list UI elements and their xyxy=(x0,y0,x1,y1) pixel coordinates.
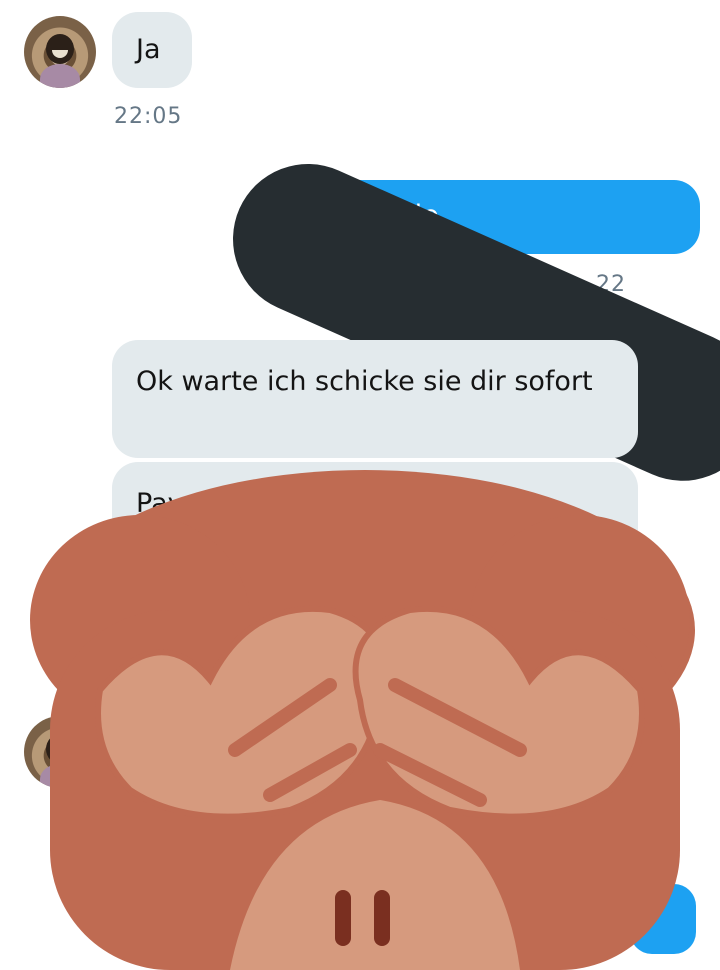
monkey-nostril xyxy=(335,890,351,946)
message-text: Ja xyxy=(136,34,161,65)
contact-avatar[interactable] xyxy=(24,16,96,88)
message-bubble-incoming[interactable]: Ja xyxy=(112,12,192,88)
avatar-body xyxy=(40,64,80,88)
message-bubble-incoming[interactable]: Ok warte ich schicke sie dir sofort xyxy=(112,340,638,458)
avatar-face xyxy=(46,34,74,64)
see-no-evil-monkey-icon xyxy=(30,470,695,970)
message-text: Ok warte ich schicke sie dir sofort xyxy=(136,366,593,397)
message-timestamp: 22:05 xyxy=(114,104,183,129)
monkey-nostril xyxy=(374,890,390,946)
